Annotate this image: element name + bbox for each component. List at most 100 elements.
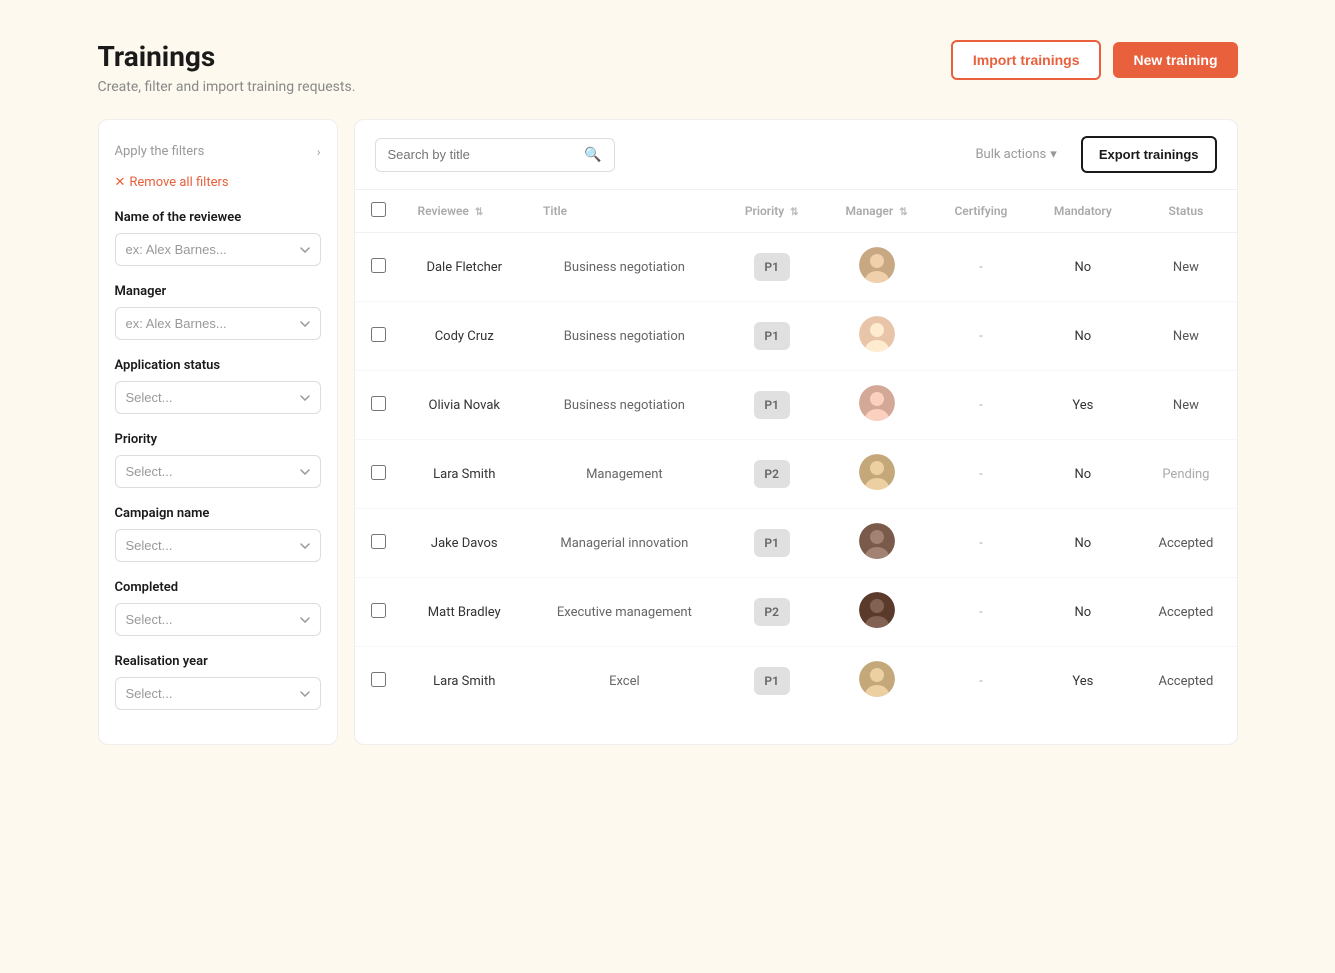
- cell-reviewee: Matt Bradley: [402, 578, 528, 647]
- cell-title: Business negotiation: [527, 302, 722, 371]
- cell-mandatory: No: [1030, 509, 1135, 578]
- search-input[interactable]: [388, 147, 577, 162]
- filter-year-select[interactable]: Select...: [115, 677, 321, 710]
- cell-priority: P1: [722, 371, 822, 440]
- row-checkbox[interactable]: [371, 465, 386, 480]
- row-checkbox-cell: [355, 578, 402, 647]
- table-row: Matt Bradley Executive management P2 - N…: [355, 578, 1237, 647]
- bulk-actions-dropdown[interactable]: Bulk actions ▾: [963, 139, 1068, 170]
- cell-priority: P2: [722, 440, 822, 509]
- th-priority[interactable]: Priority ⇅: [722, 190, 822, 233]
- cell-reviewee: Lara Smith: [402, 440, 528, 509]
- sort-reviewee-icon: ⇅: [475, 207, 483, 218]
- cell-status: New: [1135, 371, 1236, 440]
- page-subtitle: Create, filter and import training reque…: [98, 79, 356, 95]
- table-row: Dale Fletcher Business negotiation P1 - …: [355, 233, 1237, 302]
- cell-priority: P1: [722, 233, 822, 302]
- cell-priority: P2: [722, 578, 822, 647]
- avatar: [859, 523, 895, 559]
- select-all-checkbox[interactable]: [371, 202, 386, 217]
- import-trainings-button[interactable]: Import trainings: [951, 40, 1102, 80]
- cell-manager: [822, 578, 932, 647]
- export-trainings-button[interactable]: Export trainings: [1081, 136, 1217, 173]
- th-reviewee[interactable]: Reviewee ⇅: [402, 190, 528, 233]
- th-manager[interactable]: Manager ⇅: [822, 190, 932, 233]
- row-checkbox[interactable]: [371, 534, 386, 549]
- filter-status-select[interactable]: Select...: [115, 381, 321, 414]
- row-checkbox[interactable]: [371, 258, 386, 273]
- filter-reviewee-select[interactable]: ex: Alex Barnes...: [115, 233, 321, 266]
- toolbar-right: Bulk actions ▾ Export trainings: [963, 136, 1216, 173]
- cell-reviewee: Olivia Novak: [402, 371, 528, 440]
- row-checkbox-cell: [355, 302, 402, 371]
- remove-all-filters-button[interactable]: ✕ Remove all filters: [115, 175, 321, 190]
- priority-badge: P1: [754, 529, 790, 557]
- cell-title: Excel: [527, 647, 722, 716]
- cell-title: Business negotiation: [527, 233, 722, 302]
- row-checkbox[interactable]: [371, 672, 386, 687]
- cell-status: New: [1135, 233, 1236, 302]
- priority-badge: P2: [754, 460, 790, 488]
- new-training-button[interactable]: New training: [1113, 42, 1237, 78]
- th-title: Title: [527, 190, 722, 233]
- filter-campaign-label: Campaign name: [115, 506, 321, 521]
- th-checkbox: [355, 190, 402, 233]
- page-title: Trainings: [98, 40, 356, 73]
- filter-priority-label: Priority: [115, 432, 321, 447]
- filter-manager-label: Manager: [115, 284, 321, 299]
- cell-reviewee: Dale Fletcher: [402, 233, 528, 302]
- row-checkbox-cell: [355, 509, 402, 578]
- cell-priority: P1: [722, 647, 822, 716]
- cell-mandatory: No: [1030, 578, 1135, 647]
- avatar: [859, 661, 895, 697]
- th-certifying: Certifying: [931, 190, 1030, 233]
- filter-application-status: Application status Select...: [115, 358, 321, 414]
- filter-completed-select[interactable]: Select...: [115, 603, 321, 636]
- cell-manager: [822, 647, 932, 716]
- filter-completed-label: Completed: [115, 580, 321, 595]
- cell-mandatory: No: [1030, 440, 1135, 509]
- search-box[interactable]: 🔍: [375, 138, 615, 172]
- priority-badge: P2: [754, 598, 790, 626]
- cell-status: Accepted: [1135, 647, 1236, 716]
- row-checkbox[interactable]: [371, 396, 386, 411]
- title-section: Trainings Create, filter and import trai…: [98, 40, 356, 95]
- sidebar: Apply the filters › ✕ Remove all filters…: [98, 119, 338, 745]
- chevron-down-icon: ▾: [1050, 147, 1057, 162]
- th-mandatory: Mandatory: [1030, 190, 1135, 233]
- row-checkbox-cell: [355, 371, 402, 440]
- trainings-table: Reviewee ⇅ Title Priority ⇅ Manager ⇅ Ce…: [355, 190, 1237, 715]
- filter-completed: Completed Select...: [115, 580, 321, 636]
- filter-manager-select[interactable]: ex: Alex Barnes...: [115, 307, 321, 340]
- cell-priority: P1: [722, 302, 822, 371]
- close-icon: ✕: [115, 175, 126, 190]
- search-icon: 🔍: [584, 147, 601, 163]
- filter-priority-select[interactable]: Select...: [115, 455, 321, 488]
- cell-status: Pending: [1135, 440, 1236, 509]
- chevron-right-icon: ›: [317, 145, 321, 159]
- cell-manager: [822, 509, 932, 578]
- cell-mandatory: No: [1030, 302, 1135, 371]
- cell-title: Executive management: [527, 578, 722, 647]
- cell-certifying: -: [931, 440, 1030, 509]
- row-checkbox[interactable]: [371, 327, 386, 342]
- cell-status: New: [1135, 302, 1236, 371]
- priority-badge: P1: [754, 253, 790, 281]
- filter-campaign-select[interactable]: Select...: [115, 529, 321, 562]
- cell-reviewee: Cody Cruz: [402, 302, 528, 371]
- table-header: Reviewee ⇅ Title Priority ⇅ Manager ⇅ Ce…: [355, 190, 1237, 233]
- table-row: Olivia Novak Business negotiation P1 - Y…: [355, 371, 1237, 440]
- avatar: [859, 454, 895, 490]
- cell-certifying: -: [931, 647, 1030, 716]
- cell-certifying: -: [931, 578, 1030, 647]
- cell-certifying: -: [931, 509, 1030, 578]
- table-row: Jake Davos Managerial innovation P1 - No…: [355, 509, 1237, 578]
- table-body: Dale Fletcher Business negotiation P1 - …: [355, 233, 1237, 716]
- page-wrapper: Trainings Create, filter and import trai…: [98, 40, 1238, 745]
- cell-mandatory: No: [1030, 233, 1135, 302]
- row-checkbox[interactable]: [371, 603, 386, 618]
- remove-filters-label: Remove all filters: [129, 175, 228, 190]
- filter-toggle[interactable]: Apply the filters ›: [115, 136, 321, 167]
- cell-manager: [822, 233, 932, 302]
- cell-mandatory: Yes: [1030, 371, 1135, 440]
